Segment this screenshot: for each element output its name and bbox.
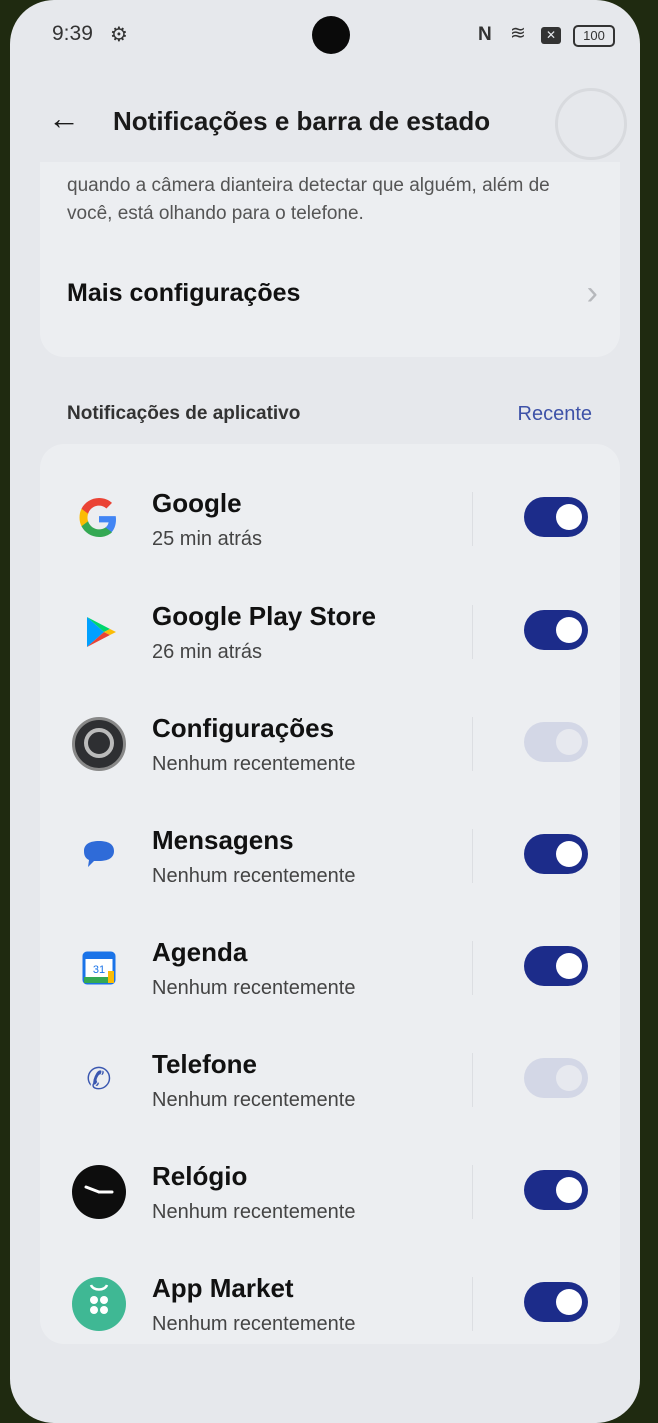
clock-icon	[72, 1165, 126, 1219]
app-row-calendar[interactable]: 31 Agenda Nenhum recentemente	[40, 911, 620, 1023]
notification-toggle-calendar[interactable]	[524, 946, 588, 986]
app-last-notification: Nenhum recentemente	[152, 753, 356, 775]
app-row-settings[interactable]: Configurações Nenhum recentemente	[40, 687, 620, 799]
app-row-phone[interactable]: ✆ Telefone Nenhum recentemente	[40, 1023, 620, 1135]
app-name: Google Play Store	[152, 601, 376, 631]
app-name: Mensagens	[152, 825, 294, 855]
mobile-data-off-icon: ✕	[541, 27, 561, 44]
app-last-notification: 26 min atrás	[152, 641, 263, 663]
status-time: 9:39	[52, 22, 93, 45]
app-row-app-market[interactable]: App Market Nenhum recentemente	[40, 1247, 620, 1359]
app-name: Relógio	[152, 1161, 248, 1191]
notification-toggle-messages[interactable]	[524, 834, 588, 874]
notification-toggle-settings[interactable]	[524, 722, 588, 762]
nfc-icon: N	[478, 24, 492, 45]
row-divider	[472, 717, 473, 771]
app-notification-list: Google 25 min atrás Google Play Store 26…	[40, 444, 620, 1344]
battery-icon: 100	[573, 25, 615, 47]
status-bar: 9:39 ⚙ N ≋ ✕ 100	[10, 0, 640, 70]
row-divider	[472, 1277, 473, 1331]
more-settings-label: Mais configurações	[67, 279, 301, 307]
top-settings-card: quando a câmera dianteira detectar que a…	[40, 162, 620, 357]
sort-recent-button[interactable]: Recente	[518, 403, 593, 426]
app-name: App Market	[152, 1273, 294, 1303]
app-name: Google	[152, 488, 242, 518]
messages-icon	[72, 829, 126, 883]
floating-assist-button[interactable]	[555, 88, 627, 160]
row-divider	[472, 1165, 473, 1219]
app-row-messages[interactable]: Mensagens Nenhum recentemente	[40, 799, 620, 911]
settings-status-icon: ⚙	[110, 24, 128, 46]
row-divider	[472, 829, 473, 883]
feature-description: quando a câmera dianteira detectar que a…	[67, 175, 550, 224]
calendar-icon: 31	[72, 941, 126, 995]
row-divider	[472, 941, 473, 995]
settings-gear-icon	[72, 717, 126, 771]
wifi-icon: ≋	[510, 23, 526, 44]
phone-icon: ✆	[72, 1053, 126, 1107]
more-settings-row[interactable]: Mais configurações ›	[40, 252, 620, 338]
app-row-clock[interactable]: Relógio Nenhum recentemente	[40, 1135, 620, 1247]
app-row-play-store[interactable]: Google Play Store 26 min atrás	[40, 575, 620, 687]
notification-toggle-phone[interactable]	[524, 1058, 588, 1098]
app-name: Configurações	[152, 713, 335, 743]
front-camera-cutout	[312, 16, 350, 54]
app-last-notification: Nenhum recentemente	[152, 1201, 356, 1223]
app-last-notification: 25 min atrás	[152, 528, 263, 550]
app-last-notification: Nenhum recentemente	[152, 1313, 356, 1335]
row-divider	[472, 605, 473, 659]
section-title: Notificações de aplicativo	[67, 403, 301, 424]
row-divider	[472, 492, 473, 546]
notification-toggle-clock[interactable]	[524, 1170, 588, 1210]
chevron-right-icon: ›	[586, 274, 598, 312]
app-name: Telefone	[152, 1049, 257, 1079]
svg-text:31: 31	[93, 964, 105, 976]
app-market-icon	[72, 1277, 126, 1331]
row-divider	[472, 1053, 473, 1107]
play-store-icon	[72, 605, 126, 659]
page-title: Notificações e barra de estado	[113, 106, 491, 136]
phone-screen: 9:39 ⚙ N ≋ ✕ 100 ← Notificações e barra …	[10, 0, 640, 1423]
back-arrow-icon[interactable]: ←	[48, 98, 88, 138]
app-row-google[interactable]: Google 25 min atrás	[40, 462, 620, 574]
app-name: Agenda	[152, 937, 248, 967]
notification-toggle-app-market[interactable]	[524, 1282, 588, 1322]
page-header: ← Notificações e barra de estado	[10, 80, 640, 160]
notification-toggle-google[interactable]	[524, 497, 588, 537]
app-last-notification: Nenhum recentemente	[152, 1089, 356, 1111]
app-last-notification: Nenhum recentemente	[152, 865, 356, 887]
notification-toggle-play-store[interactable]	[524, 610, 588, 650]
google-icon	[72, 492, 126, 546]
app-last-notification: Nenhum recentemente	[152, 977, 356, 999]
